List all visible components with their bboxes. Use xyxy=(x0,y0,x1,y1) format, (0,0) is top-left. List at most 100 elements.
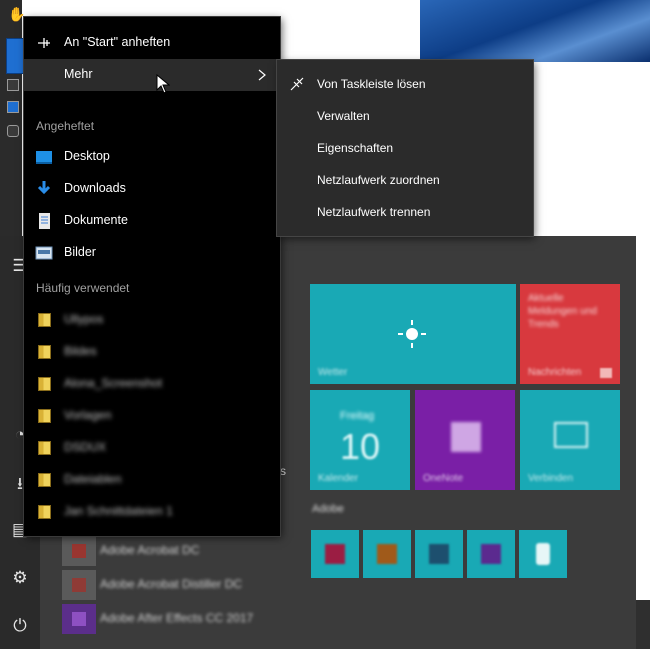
tile-label: OneNote xyxy=(423,473,464,484)
menu-item-label: Jan Schnittdateien 1 xyxy=(64,504,173,518)
menu-item-label: Vorlagen xyxy=(64,408,112,422)
unpin-icon xyxy=(290,77,304,91)
menu-item-label: Bilder xyxy=(64,245,96,259)
calendar-date: 10 xyxy=(340,426,381,467)
news-app-icon xyxy=(600,368,612,378)
pinned-item[interactable]: Bilder xyxy=(24,237,280,269)
folder-icon xyxy=(38,345,51,359)
frequent-item[interactable]: Bildes xyxy=(24,336,280,368)
more-item[interactable]: Mehr xyxy=(24,59,280,91)
mouse-cursor-icon xyxy=(156,74,170,94)
small-app-tile[interactable] xyxy=(311,530,359,578)
sun-icon xyxy=(398,320,426,348)
frequent-section-header: Häufig verwendet xyxy=(36,281,130,295)
pinned-section-header: Angeheftet xyxy=(36,119,95,133)
frequent-item[interactable]: Vorlagen xyxy=(24,400,280,432)
app-name: Adobe Acrobat Distiller DC xyxy=(100,577,243,591)
tile-group-label: Adobe xyxy=(312,503,344,515)
screen-mode-icon[interactable] xyxy=(7,125,19,137)
menu-item-label: Downloads xyxy=(64,181,126,195)
taskbar-edge xyxy=(636,600,650,649)
folder-icon xyxy=(38,377,51,391)
power-icon[interactable]: ⏻ xyxy=(8,614,32,638)
menu-item-label: Mehr xyxy=(64,67,93,81)
folder-icon xyxy=(38,441,51,455)
tile-label: Kalender xyxy=(318,473,359,484)
menu-item-label: Desktop xyxy=(64,149,110,163)
app-list-item[interactable]: Adobe After Effects CC 2017 xyxy=(62,604,302,634)
menu-item-label: An "Start" anheften xyxy=(64,35,171,49)
calendar-day: Freitag xyxy=(340,410,375,422)
disconnect-network-drive-item[interactable]: Netzlaufwerk trennen xyxy=(277,196,533,228)
menu-item-label: Netzlaufwerk zuordnen xyxy=(317,173,440,187)
small-app-tile[interactable] xyxy=(467,530,515,578)
app-icon xyxy=(62,536,96,566)
menu-item-label: Dateiablen xyxy=(64,472,122,486)
pin-icon xyxy=(38,38,50,48)
news-tile[interactable]: Aktuelle Meldungen und Trends Nachrichte… xyxy=(520,284,620,384)
menu-item-label: Dokumente xyxy=(64,213,128,227)
tile-label: Verbinden xyxy=(528,473,574,484)
desktop-icon xyxy=(36,151,52,164)
color-swatch[interactable] xyxy=(6,38,26,74)
app-icon xyxy=(325,544,345,564)
quick-mask-icon[interactable] xyxy=(7,101,19,113)
jump-list-menu: An "Start" anheften Mehr Angeheftet Desk… xyxy=(24,17,280,536)
chevron-right-icon xyxy=(258,69,266,81)
app-name: Adobe Acrobat DC xyxy=(100,543,200,557)
frequent-item[interactable]: Alona_Screenshot xyxy=(24,368,280,400)
onenote-icon xyxy=(451,422,481,452)
manage-item[interactable]: Verwalten xyxy=(277,100,533,132)
onenote-tile[interactable]: OneNote xyxy=(415,390,515,490)
small-app-tile[interactable] xyxy=(415,530,463,578)
layers-icon[interactable] xyxy=(7,79,19,91)
document-icon xyxy=(39,213,50,229)
app-icon xyxy=(62,604,96,634)
connect-icon xyxy=(554,422,588,448)
tile-label: Wetter xyxy=(318,367,348,378)
app-name: Adobe After Effects CC 2017 xyxy=(100,611,254,625)
app-icon xyxy=(429,544,449,564)
hand-tool-icon[interactable]: ✋ xyxy=(8,6,25,26)
weather-tile[interactable]: Wetter xyxy=(310,284,516,384)
app-icon xyxy=(481,544,501,564)
download-arrow-icon xyxy=(37,181,51,195)
connect-tile[interactable]: Verbinden xyxy=(520,390,620,490)
tile-label: Nachrichten xyxy=(528,367,582,378)
small-app-tile[interactable] xyxy=(363,530,411,578)
menu-item-label: Alona_Screenshot xyxy=(64,376,163,390)
unpin-taskbar-item[interactable]: Von Taskleiste lösen xyxy=(277,68,533,100)
pinned-item[interactable]: Dokumente xyxy=(24,205,280,237)
pictures-icon xyxy=(35,246,53,260)
more-submenu: Von Taskleiste lösen Verwalten Eigenscha… xyxy=(277,60,533,236)
folder-icon xyxy=(38,505,51,519)
properties-item[interactable]: Eigenschaften xyxy=(277,132,533,164)
menu-item-label: Verwalten xyxy=(317,109,370,123)
menu-item-label: Bildes xyxy=(64,344,97,358)
settings-gear-icon[interactable]: ⚙ xyxy=(8,566,32,590)
menu-item-label: Ullypos xyxy=(64,312,104,326)
frequent-item[interactable]: DSDUX xyxy=(24,432,280,464)
pinned-item[interactable]: Desktop xyxy=(24,141,280,173)
menu-item-label: Netzlaufwerk trennen xyxy=(317,205,431,219)
calendar-tile[interactable]: Freitag 10 Kalender xyxy=(310,390,410,490)
app-list-item[interactable]: Adobe Acrobat Distiller DC xyxy=(62,570,302,600)
frequent-item[interactable]: Dateiablen xyxy=(24,464,280,496)
menu-item-label: Von Taskleiste lösen xyxy=(317,77,426,91)
frequent-item[interactable]: Jan Schnittdateien 1 xyxy=(24,496,280,528)
desktop-wallpaper xyxy=(420,0,650,62)
folder-icon xyxy=(38,473,51,487)
folder-icon xyxy=(38,409,51,423)
small-app-tile[interactable] xyxy=(519,530,567,578)
pin-to-start-item[interactable]: An "Start" anheften xyxy=(24,27,280,59)
folder-icon xyxy=(38,313,51,327)
app-icon xyxy=(377,544,397,564)
app-list-item[interactable]: Adobe Acrobat DC xyxy=(62,536,302,566)
map-network-drive-item[interactable]: Netzlaufwerk zuordnen xyxy=(277,164,533,196)
news-headline: Aktuelle Meldungen und Trends xyxy=(528,293,597,330)
pinned-item[interactable]: Downloads xyxy=(24,173,280,205)
menu-item-label: Eigenschaften xyxy=(317,141,394,155)
menu-item-label: DSDUX xyxy=(64,440,107,454)
app-icon xyxy=(536,543,550,565)
frequent-item[interactable]: Ullypos xyxy=(24,304,280,336)
